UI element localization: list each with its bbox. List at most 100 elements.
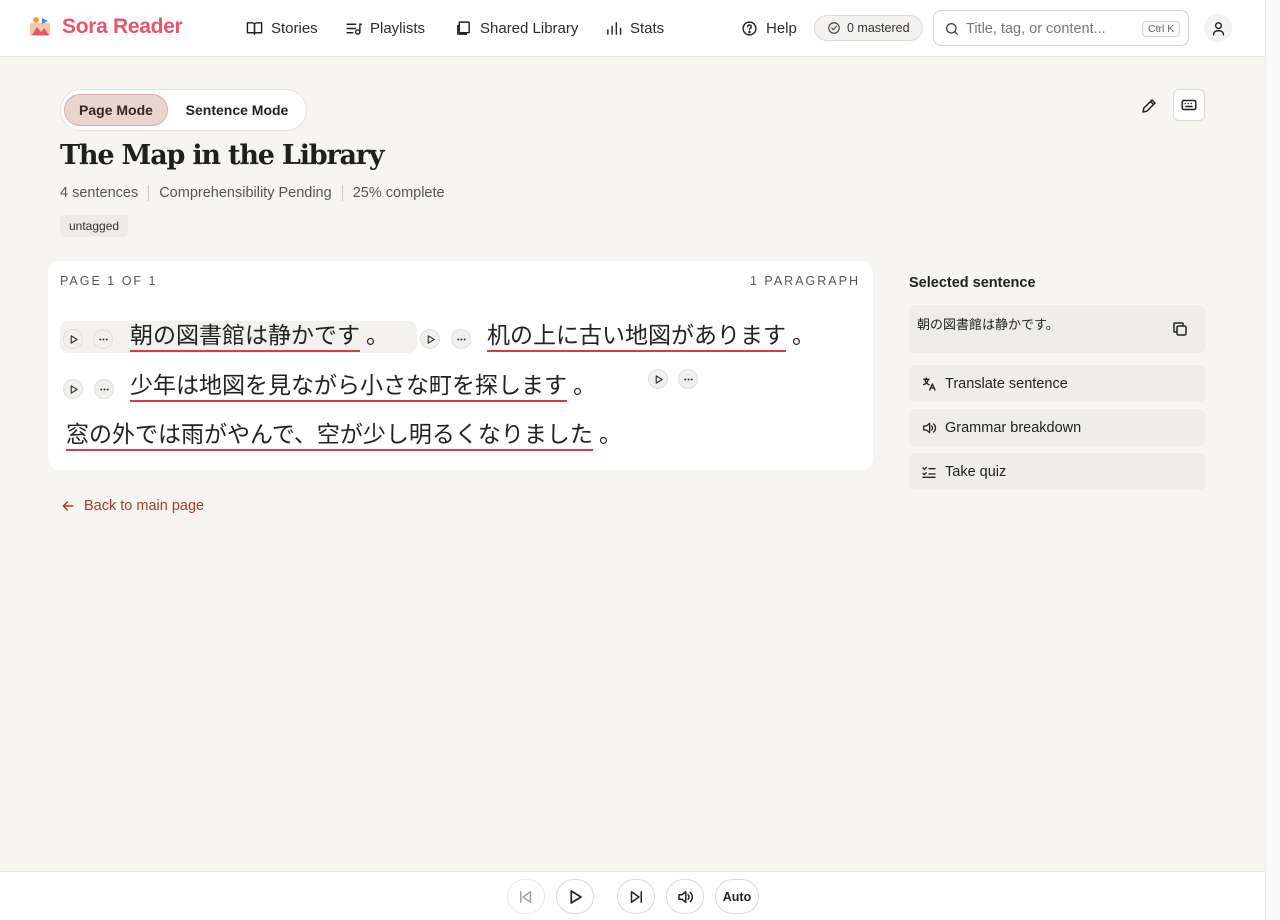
autoplay-toggle[interactable]: Auto <box>715 879 759 914</box>
nav-playlists[interactable]: Playlists <box>345 0 425 56</box>
sentence-mode-button[interactable]: Sentence Mode <box>173 94 301 126</box>
playback-bar: Auto <box>0 871 1265 920</box>
back-to-main-link[interactable]: Back to main page <box>60 498 204 514</box>
previous-sentence-button[interactable] <box>507 879 545 914</box>
checklist-icon <box>922 466 936 478</box>
keyboard-shortcuts-button[interactable] <box>1173 89 1205 121</box>
sentence-1-text: 朝の図書館は静かです <box>130 322 360 352</box>
meta-divider <box>341 185 343 201</box>
sentence-4-text: 窓の外では雨がやんで、空が少し明るくなりました <box>66 421 593 451</box>
sentence-4-play-button[interactable] <box>648 369 668 389</box>
nav-shared-library-label: Shared Library <box>480 19 579 37</box>
top-header: Sora Reader Stories Playlists Shared Lib… <box>0 0 1265 57</box>
book-open-icon <box>246 21 263 35</box>
search-icon <box>946 23 958 35</box>
sentence-4[interactable]: 窓の外では雨がやんで、空が少し明るくなりました。 <box>66 420 622 452</box>
play-icon <box>70 384 78 394</box>
play-button[interactable] <box>556 879 594 914</box>
sentence-3-play-button[interactable] <box>63 379 83 399</box>
selected-sentence-box: 朝の図書館は静かです。 <box>909 305 1205 353</box>
sentence-1-play-button[interactable] <box>63 329 83 349</box>
sentence-3[interactable]: 少年は地図を見ながら小さな町を探します。 <box>130 371 596 403</box>
pencil-icon <box>1142 99 1156 113</box>
sentence-count: 4 sentences <box>60 185 139 201</box>
reading-mode-toggle: Page Mode Sentence Mode <box>60 89 307 131</box>
page-mode-button[interactable]: Page Mode <box>64 94 168 126</box>
sentence-3-punct: 。 <box>573 373 596 399</box>
translate-icon <box>923 376 936 391</box>
sentence-2[interactable]: 机の上に古い地図があります。 <box>487 321 815 353</box>
story-meta: 4 sentences Comprehensibility Pending 25… <box>60 184 445 202</box>
play-icon <box>427 334 435 344</box>
arrow-left-icon <box>62 501 74 511</box>
sentence-2-more-button[interactable] <box>451 329 471 349</box>
nav-stats-label: Stats <box>630 19 665 37</box>
help-circle-icon <box>742 20 757 36</box>
take-quiz-button[interactable]: Take quiz <box>909 453 1205 490</box>
more-horizontal-icon <box>99 387 109 391</box>
play-icon <box>570 889 582 904</box>
nav-help[interactable]: Help <box>741 0 797 56</box>
paragraph-count: 1 PARAGRAPH <box>750 274 860 288</box>
nav-playlists-label: Playlists <box>370 19 426 37</box>
grammar-label: Grammar breakdown <box>945 419 1082 436</box>
sentence-2-text: 机の上に古い地図があります <box>487 322 786 352</box>
story-title: The Map in the Library <box>60 140 384 171</box>
sentence-2-punct: 。 <box>792 323 815 349</box>
sentence-1-more-button[interactable] <box>93 329 113 349</box>
playlist-icon <box>346 23 362 35</box>
nav-help-label: Help <box>766 19 797 37</box>
nav-shared-library[interactable]: Shared Library <box>455 0 578 56</box>
sentence-3-text: 少年は地図を見ながら小さな町を探します <box>130 372 567 402</box>
comprehensibility-status: Comprehensibility Pending <box>159 185 332 201</box>
selected-sentence-heading: Selected sentence <box>909 275 1036 291</box>
back-link-label: Back to main page <box>84 498 205 514</box>
quiz-label: Take quiz <box>945 463 1007 480</box>
sentence-4-punct: 。 <box>598 422 622 448</box>
sentence-4-more-button[interactable] <box>678 369 698 389</box>
nav-stories[interactable]: Stories <box>246 0 318 56</box>
mastered-badge[interactable]: 0 mastered <box>814 15 923 41</box>
sentence-3-more-button[interactable] <box>94 379 114 399</box>
grammar-breakdown-button[interactable]: Grammar breakdown <box>909 409 1205 446</box>
play-icon <box>70 334 78 344</box>
search-input[interactable] <box>966 17 1141 41</box>
more-horizontal-icon <box>98 337 108 341</box>
volume-icon <box>678 890 693 903</box>
user-menu-button[interactable] <box>1204 14 1232 42</box>
sentence-2-play-button[interactable] <box>420 329 440 349</box>
keyboard-icon <box>1181 99 1197 111</box>
speaker-icon <box>923 422 937 433</box>
selected-sentence-text: 朝の図書館は静かです。 <box>917 318 1059 333</box>
app-name: Sora Reader <box>62 15 183 38</box>
more-horizontal-icon <box>683 377 693 381</box>
search-box: Ctrl K <box>933 10 1189 46</box>
user-icon <box>1212 21 1224 36</box>
library-icon <box>457 20 470 35</box>
bar-chart-icon <box>607 21 622 35</box>
sentence-1-punct: 。 <box>366 323 389 349</box>
search-shortcut-hint: Ctrl K <box>1142 21 1181 37</box>
nav-stories-label: Stories <box>271 19 318 37</box>
page-scrollbar[interactable] <box>1265 0 1280 920</box>
check-circle-icon <box>828 22 840 34</box>
edit-story-button[interactable] <box>1136 93 1162 119</box>
progress-text: 25% complete <box>352 185 445 201</box>
app-logo[interactable]: Sora Reader <box>28 15 183 39</box>
reader-card: PAGE 1 OF 1 1 PARAGRAPH 朝の図書館は静かです。 机の上に… <box>48 261 873 470</box>
more-horizontal-icon <box>456 337 466 341</box>
copy-icon[interactable] <box>1171 320 1189 338</box>
page-indicator: PAGE 1 OF 1 <box>60 274 158 288</box>
story-tag[interactable]: untagged <box>60 215 129 237</box>
next-sentence-button[interactable] <box>617 879 655 914</box>
translate-label: Translate sentence <box>945 375 1068 392</box>
skip-back-icon <box>520 890 532 903</box>
skip-forward-icon <box>630 890 642 903</box>
translate-sentence-button[interactable]: Translate sentence <box>909 365 1205 402</box>
meta-divider <box>148 185 150 201</box>
logo-icon <box>30 17 50 36</box>
volume-button[interactable] <box>666 879 704 914</box>
sentence-1[interactable]: 朝の図書館は静かです。 <box>130 321 389 353</box>
mastered-count: 0 mastered <box>847 21 910 35</box>
nav-stats[interactable]: Stats <box>605 0 664 56</box>
